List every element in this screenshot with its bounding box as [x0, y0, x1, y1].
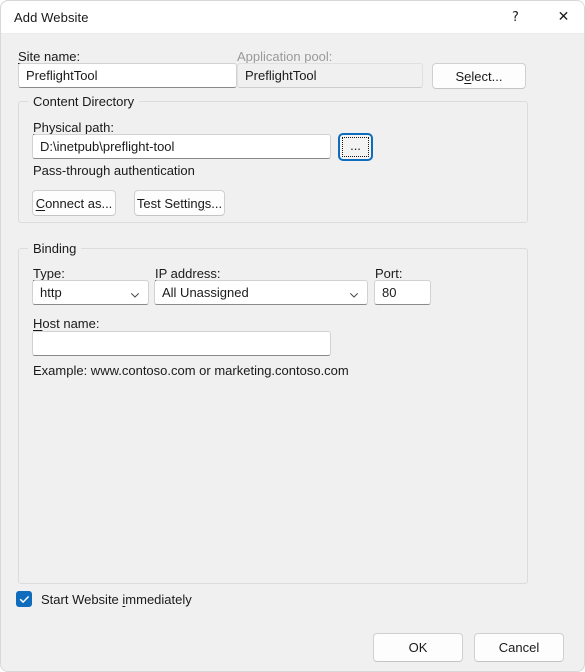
chevron-down-icon: [349, 288, 359, 298]
test-settings-button[interactable]: Test Settings...: [134, 190, 225, 216]
physical-path-label: Physical path:: [33, 120, 114, 135]
start-website-label: Start Website immediately: [41, 591, 192, 607]
host-name-label: Host name:: [33, 316, 100, 331]
ok-button[interactable]: OK: [373, 633, 463, 662]
ip-address-label: IP address:: [155, 266, 221, 281]
binding-title: Binding: [28, 241, 82, 256]
checkmark-icon: [19, 595, 29, 603]
host-name-input[interactable]: [32, 331, 331, 356]
binding-type-label: Type:: [33, 266, 65, 281]
application-pool-input: PreflightTool: [237, 63, 423, 88]
connect-as-label: Connect as...: [35, 195, 113, 211]
port-input[interactable]: 80: [374, 280, 431, 305]
ip-address-value: All Unassigned: [162, 285, 249, 300]
binding-type-combobox[interactable]: http: [32, 280, 149, 305]
help-button[interactable]: ?: [493, 1, 538, 33]
select-button-label: Select...: [455, 68, 503, 84]
ip-address-combobox[interactable]: All Unassigned: [154, 280, 368, 305]
start-website-checkbox[interactable]: [16, 591, 32, 607]
cancel-button[interactable]: Cancel: [474, 633, 564, 662]
question-mark-icon: ?: [512, 9, 519, 25]
title-bar: Add Website ? ✕: [1, 1, 584, 34]
start-website-checkbox-row[interactable]: Start Website immediately: [16, 591, 192, 607]
application-pool-label: Application pool:: [237, 49, 333, 64]
site-name-input[interactable]: PreflightTool: [18, 63, 237, 88]
connect-as-button[interactable]: Connect as...: [32, 190, 116, 216]
window-title: Add Website: [14, 10, 89, 25]
browse-physical-path-button[interactable]: ...: [339, 134, 372, 160]
physical-path-input[interactable]: D:\inetpub\preflight-tool: [32, 134, 331, 159]
pass-through-authentication-text: Pass-through authentication: [33, 163, 195, 178]
port-label: Port:: [375, 266, 403, 281]
content-directory-title: Content Directory: [28, 94, 140, 109]
add-website-dialog: Add Website ? ✕ Site name: PreflightTool…: [0, 0, 585, 672]
chevron-down-icon: [130, 288, 140, 298]
close-button[interactable]: ✕: [541, 1, 584, 33]
site-name-label: Site name:: [18, 49, 81, 64]
ellipsis-icon: ...: [350, 137, 361, 153]
host-name-example-text: Example: www.contoso.com or marketing.co…: [33, 363, 349, 378]
binding-type-value: http: [40, 285, 62, 300]
test-settings-label: Test Settings...: [136, 195, 223, 211]
close-icon: ✕: [557, 9, 570, 25]
select-app-pool-button[interactable]: Select...: [432, 63, 526, 89]
